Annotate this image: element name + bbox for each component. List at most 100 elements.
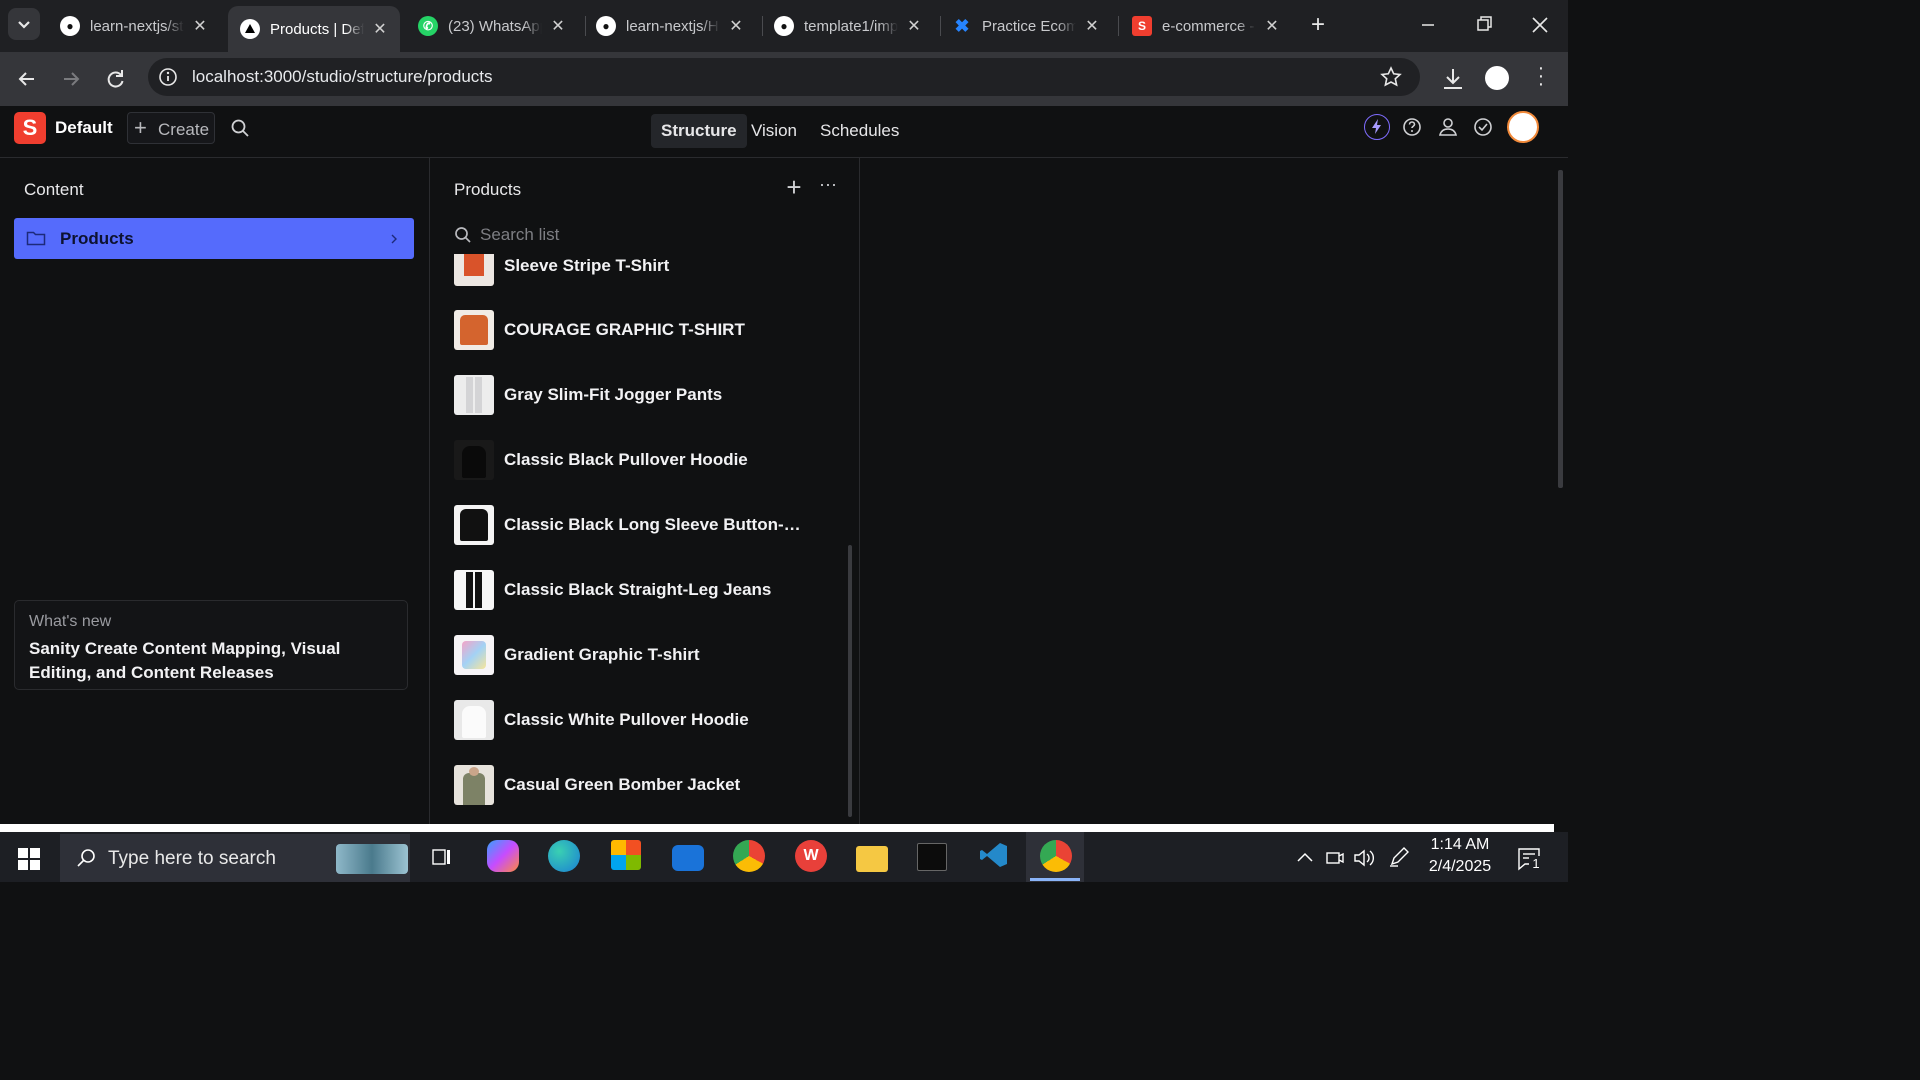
close-tab-icon[interactable]: ✕ bbox=[372, 19, 388, 39]
back-button[interactable] bbox=[12, 64, 42, 94]
nav-tab-structure[interactable]: Structure bbox=[651, 114, 747, 148]
document-pane-empty bbox=[860, 158, 1568, 824]
product-list-item[interactable]: Gradient Graphic T-shirt bbox=[454, 634, 824, 676]
tab-search-button[interactable] bbox=[8, 8, 40, 40]
product-list-item[interactable]: Casual Green Bomber Jacket bbox=[454, 764, 824, 806]
browser-tab[interactable]: S e-commerce - ✕ bbox=[1120, 8, 1292, 44]
product-list-item[interactable]: Sleeve Stripe T-Shirt bbox=[454, 254, 824, 287]
vercel-icon bbox=[240, 19, 260, 39]
product-list-item[interactable]: Classic Black Pullover Hoodie bbox=[454, 439, 824, 481]
product-thumbnail bbox=[454, 254, 494, 286]
task-view-icon[interactable] bbox=[430, 846, 452, 868]
bookmark-star-icon[interactable] bbox=[1380, 66, 1402, 88]
minimize-button[interactable] bbox=[1412, 10, 1444, 40]
notification-center-button[interactable]: 1 bbox=[1516, 846, 1544, 874]
notification-count: 1 bbox=[1529, 856, 1543, 872]
windows-start-icon[interactable] bbox=[18, 848, 40, 870]
updates-button[interactable] bbox=[1364, 114, 1390, 140]
create-label: Create bbox=[158, 120, 210, 139]
product-title: Classic White Pullover Hoodie bbox=[504, 710, 749, 729]
search-highlights-image bbox=[336, 844, 408, 874]
browser-tab-strip: ● learn-nextjs/st ✕ Products | Def ✕ ✆ (… bbox=[0, 0, 1568, 52]
search-icon bbox=[455, 227, 471, 243]
search-list-field[interactable]: Search list bbox=[444, 218, 844, 250]
taskbar-search-placeholder: Type here to search bbox=[108, 848, 276, 869]
create-document-button[interactable]: + bbox=[782, 174, 806, 200]
profile-avatar[interactable] bbox=[1485, 66, 1509, 90]
product-list-item[interactable]: Gray Slim-Fit Jogger Pants bbox=[454, 374, 824, 416]
browser-tab[interactable]: ✖ Practice Ecom ✕ bbox=[940, 8, 1112, 44]
product-title: Gray Slim-Fit Jogger Pants bbox=[504, 385, 723, 404]
tasks-check-icon[interactable] bbox=[1473, 117, 1493, 137]
nav-tab-vision[interactable]: Vision bbox=[741, 114, 807, 148]
edge-icon[interactable] bbox=[548, 840, 580, 872]
new-tab-button[interactable]: + bbox=[1304, 12, 1332, 40]
product-thumbnail bbox=[454, 375, 494, 415]
url-text[interactable]: localhost:3000/studio/structure/products bbox=[192, 67, 493, 87]
pane-menu-button[interactable]: ··· bbox=[816, 174, 840, 200]
bolt-icon bbox=[1372, 119, 1381, 134]
taskbar-clock[interactable]: 1:14 AM 2/4/2025 bbox=[1418, 836, 1502, 876]
search-icon[interactable] bbox=[230, 118, 250, 138]
close-tab-icon[interactable]: ✕ bbox=[192, 16, 208, 36]
content-item-label: Products bbox=[60, 229, 134, 248]
restore-button[interactable] bbox=[1468, 10, 1500, 40]
mail-icon[interactable] bbox=[672, 845, 704, 871]
close-tab-icon[interactable]: ✕ bbox=[1264, 16, 1280, 36]
microsoft-store-icon[interactable] bbox=[611, 840, 641, 870]
restore-icon bbox=[1477, 16, 1492, 31]
tab-title: Products | Def bbox=[270, 20, 364, 38]
terminal-icon[interactable] bbox=[917, 843, 947, 871]
create-button[interactable]: + Create bbox=[127, 112, 215, 144]
users-icon[interactable] bbox=[1437, 116, 1459, 138]
chevron-up-icon[interactable] bbox=[1296, 850, 1314, 864]
volume-icon[interactable] bbox=[1353, 848, 1375, 868]
browser-tab[interactable]: ● learn-nextjs/H ✕ bbox=[584, 8, 756, 44]
browser-tab-active[interactable]: Products | Def ✕ bbox=[228, 6, 400, 52]
content-item-products[interactable]: Products bbox=[14, 218, 414, 259]
product-list-item[interactable]: Classic White Pullover Hoodie bbox=[454, 699, 824, 741]
browser-tab[interactable]: ✆ (23) WhatsApp ✕ bbox=[406, 8, 578, 44]
nav-tab-schedules[interactable]: Schedules bbox=[810, 114, 909, 148]
help-icon[interactable] bbox=[1402, 117, 1422, 137]
browser-menu-icon[interactable]: · · · bbox=[1534, 58, 1548, 94]
taskbar-search-box[interactable]: Type here to search bbox=[60, 834, 410, 882]
page-scrollbar[interactable] bbox=[1558, 170, 1563, 488]
browser-tab[interactable]: ● learn-nextjs/st ✕ bbox=[48, 8, 220, 44]
workspace-name[interactable]: Default bbox=[55, 118, 113, 138]
product-thumbnail bbox=[454, 570, 494, 610]
close-tab-icon[interactable]: ✕ bbox=[906, 16, 922, 36]
product-title: Sleeve Stripe T-Shirt bbox=[504, 256, 670, 275]
download-icon[interactable] bbox=[1440, 66, 1466, 92]
close-window-button[interactable] bbox=[1524, 10, 1556, 40]
product-title: Gradient Graphic T-shirt bbox=[504, 645, 700, 664]
sanity-logo[interactable]: S bbox=[14, 112, 46, 144]
product-list-item[interactable]: COURAGE GRAPHIC T-SHIRT bbox=[454, 309, 824, 351]
chrome-profile-icon[interactable] bbox=[1040, 840, 1072, 872]
browser-tab[interactable]: ● template1/imp ✕ bbox=[762, 8, 934, 44]
tab-title: learn-nextjs/H bbox=[626, 17, 719, 35]
reload-button[interactable] bbox=[100, 64, 130, 94]
chevron-right-icon bbox=[391, 234, 397, 244]
reload-icon bbox=[107, 70, 124, 88]
pen-icon[interactable] bbox=[1388, 846, 1410, 868]
user-avatar[interactable] bbox=[1507, 111, 1539, 143]
product-list: Sleeve Stripe T-Shirt COURAGE GRAPHIC T-… bbox=[430, 254, 859, 824]
product-list-item[interactable]: Classic Black Long Sleeve Button-Dow... bbox=[454, 504, 824, 546]
wps-office-icon[interactable]: W bbox=[795, 840, 827, 872]
address-bar[interactable]: localhost:3000/studio/structure/products bbox=[148, 58, 1420, 96]
product-list-item[interactable]: Classic Black Straight-Leg Jeans bbox=[454, 569, 824, 611]
vscode-icon[interactable] bbox=[979, 840, 1009, 870]
close-tab-icon[interactable]: ✕ bbox=[728, 16, 744, 36]
close-tab-icon[interactable]: ✕ bbox=[1084, 16, 1100, 36]
whats-new-card[interactable]: What's new Sanity Create Content Mapping… bbox=[14, 600, 408, 690]
site-info-icon[interactable] bbox=[158, 67, 178, 87]
copilot-icon[interactable] bbox=[487, 840, 519, 872]
close-tab-icon[interactable]: ✕ bbox=[550, 16, 566, 36]
list-scrollbar[interactable] bbox=[848, 545, 852, 817]
chrome-icon[interactable] bbox=[733, 840, 765, 872]
file-explorer-icon[interactable] bbox=[856, 846, 888, 872]
search-icon bbox=[77, 849, 95, 867]
meet-now-icon[interactable] bbox=[1325, 848, 1345, 868]
forward-button[interactable] bbox=[56, 64, 86, 94]
